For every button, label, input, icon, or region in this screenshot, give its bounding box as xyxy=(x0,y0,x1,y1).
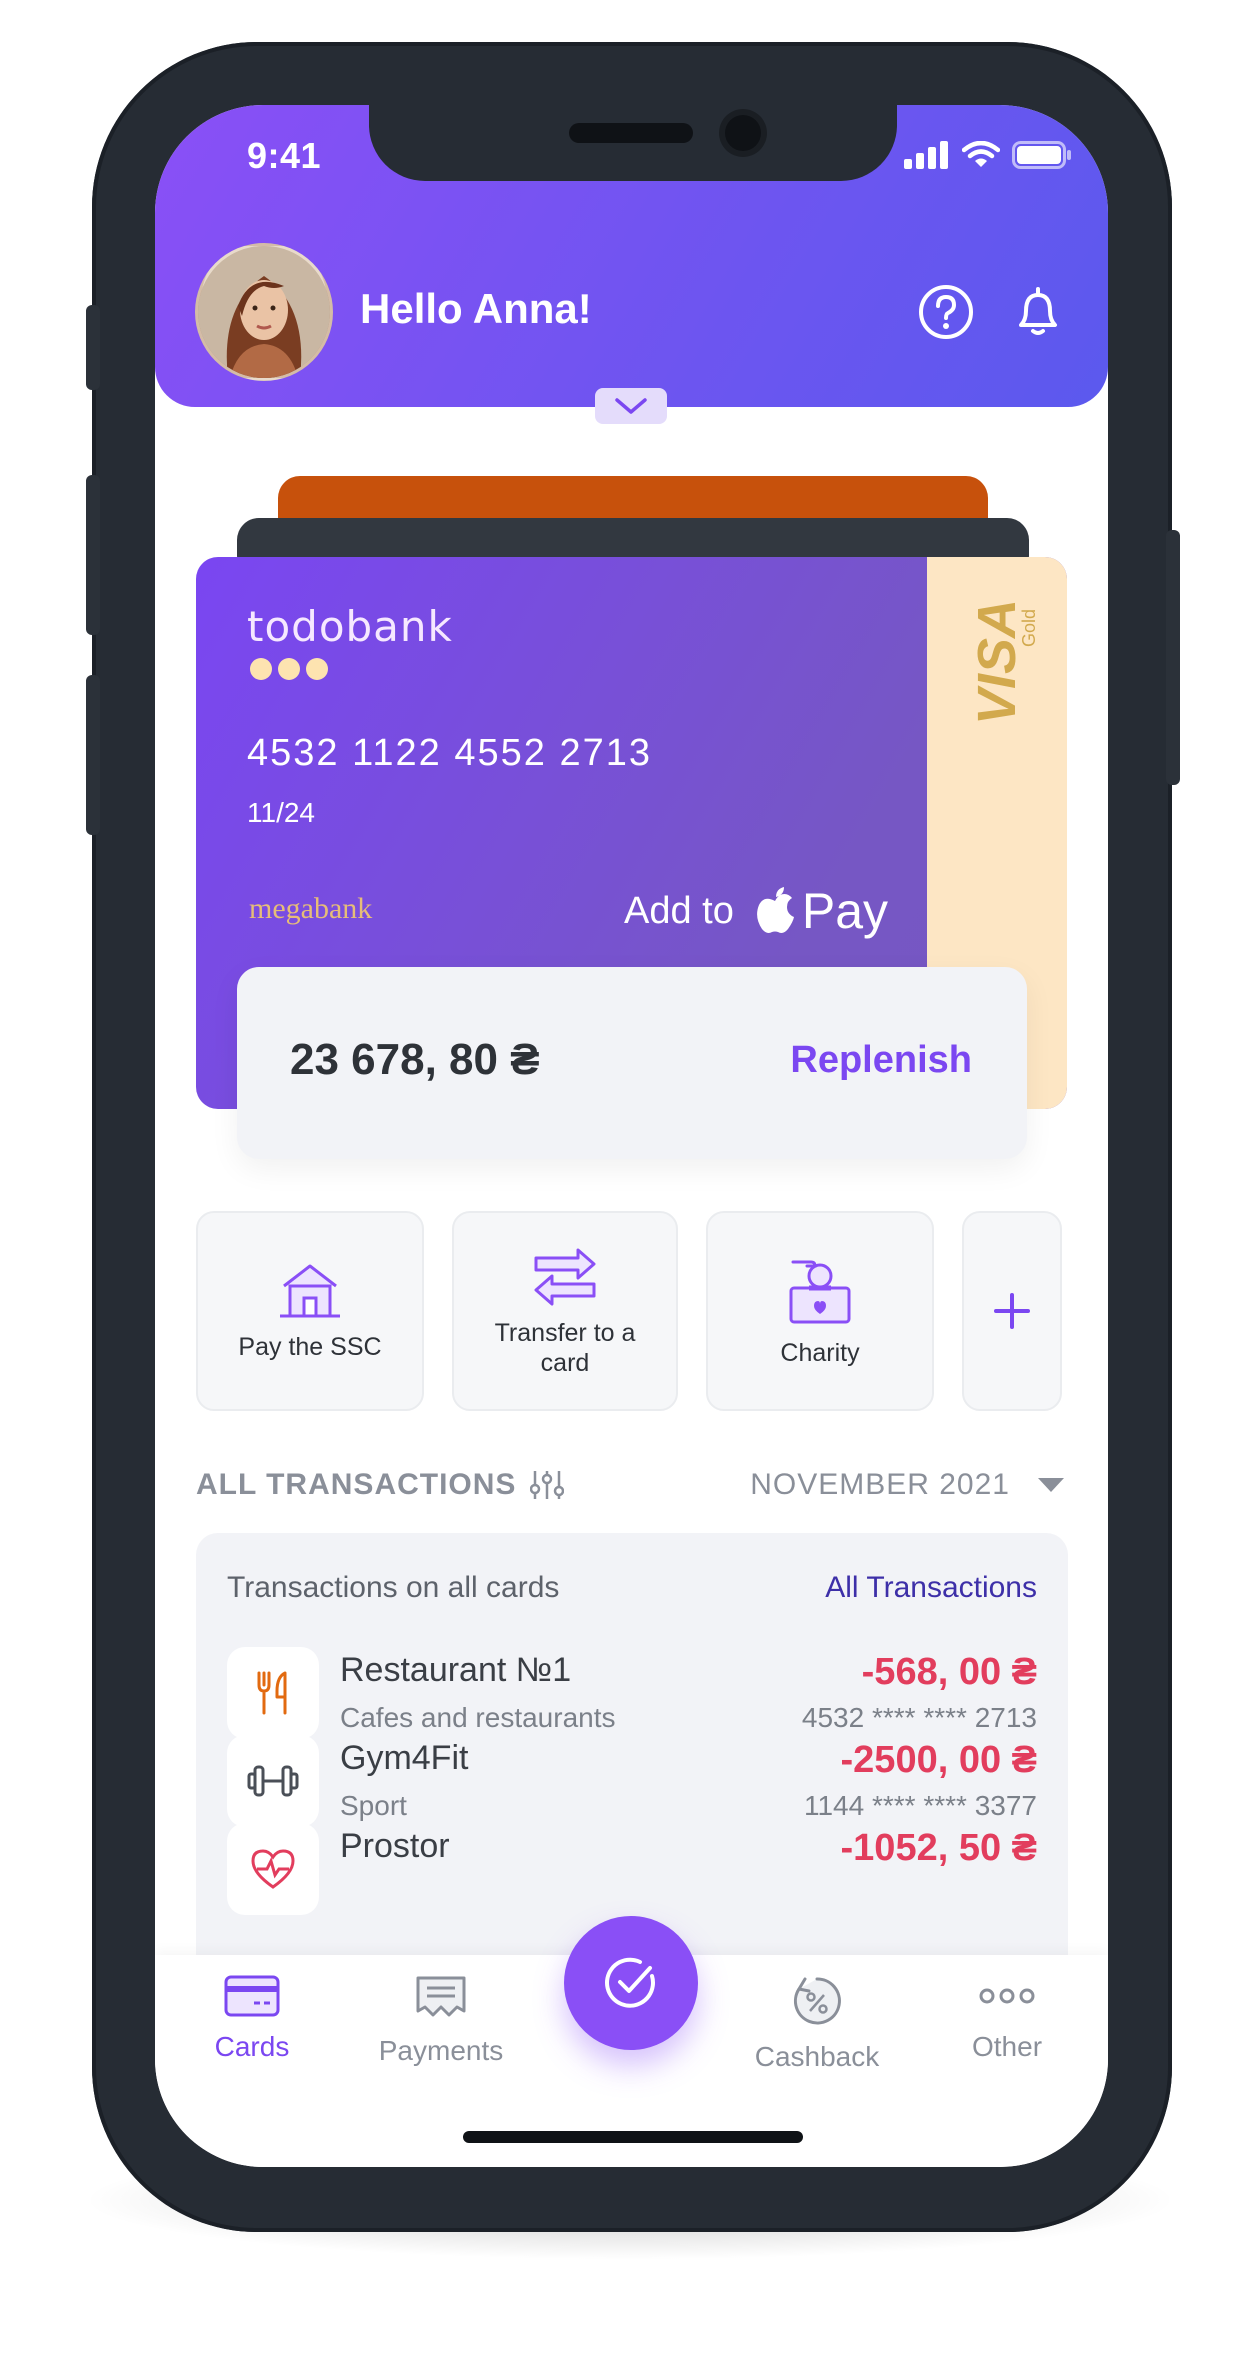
check-circle-icon xyxy=(605,1957,655,2008)
greeting-text: Hello Anna! xyxy=(360,285,592,332)
quick-actions: Pay the SSC Transfer to a card Charity xyxy=(196,1211,1108,1415)
transaction-title: Prostor xyxy=(340,1827,450,1865)
transaction-card: 4532 **** **** 2713 xyxy=(801,1702,1037,1733)
card-bank-name: todobank xyxy=(247,602,453,651)
transaction-amount: -1052, 50 ₴ xyxy=(840,1827,1037,1869)
help-icon[interactable] xyxy=(917,283,975,341)
caret-down-icon xyxy=(1038,1478,1064,1492)
house-icon xyxy=(280,1264,340,1318)
nav-label: Other xyxy=(971,2031,1043,2062)
donation-box-icon xyxy=(789,1260,851,1324)
svg-text:VISA: VISA xyxy=(967,599,1027,725)
wifi-icon xyxy=(962,141,1000,167)
pay-label: Pay xyxy=(801,883,889,939)
action-label: Charity xyxy=(780,1339,860,1367)
bell-icon[interactable] xyxy=(1009,283,1067,341)
confirm-fab-button[interactable] xyxy=(564,1916,698,2050)
transactions-subtitle: Transactions on all cards xyxy=(227,1571,560,1604)
card-expiry: 11/24 xyxy=(247,797,315,828)
transaction-category: Sport xyxy=(340,1790,407,1821)
svg-text:Gold: Gold xyxy=(1019,609,1037,647)
home-indicator[interactable] xyxy=(463,2131,803,2143)
replenish-button[interactable]: Replenish xyxy=(790,1039,972,1082)
avatar-photo xyxy=(198,246,330,378)
balance-panel: 23 678, 80 ₴ Replenish xyxy=(237,967,1027,1159)
action-label: Transfer to a card xyxy=(494,1319,636,1377)
volume-up-button xyxy=(86,475,100,635)
nav-cards[interactable]: Cards xyxy=(172,1975,332,2063)
signal-icon xyxy=(904,141,948,169)
status-time: 9:41 xyxy=(247,135,322,176)
speaker-grille xyxy=(569,123,693,143)
add-to-apple-pay-button[interactable]: Add to Pay xyxy=(624,882,888,940)
cashback-percent-icon xyxy=(793,1977,841,2025)
card-number: 4532 1122 4552 2713 xyxy=(247,732,652,774)
chevron-down-icon xyxy=(615,398,647,414)
month-selector[interactable]: NOVEMBER 2021 xyxy=(750,1468,1066,1502)
transaction-title: Gym4Fit xyxy=(340,1739,469,1777)
transaction-icon-box xyxy=(227,1735,319,1827)
nav-label: Cards xyxy=(214,2031,290,2062)
transaction-icon-box xyxy=(227,1823,319,1915)
add-to-label: Add to xyxy=(624,889,734,932)
visa-logo: VISA Gold xyxy=(967,599,1037,725)
nav-cashback[interactable]: Cashback xyxy=(737,1975,897,2073)
action-pay-ssc[interactable]: Pay the SSC xyxy=(196,1211,424,1411)
balance-amount: 23 678, 80 ₴ xyxy=(290,1035,540,1084)
month-label: NOVEMBER 2021 xyxy=(750,1468,1010,1501)
transactions-heading: ALL TRANSACTIONS xyxy=(196,1468,565,1502)
device-notch xyxy=(369,105,897,181)
fork-knife-icon xyxy=(257,1671,287,1715)
card-icon xyxy=(224,1975,280,2017)
mute-switch xyxy=(86,305,100,390)
transfer-arrows-icon xyxy=(534,1248,596,1306)
apple-icon xyxy=(756,887,794,933)
more-dots-icon xyxy=(979,1988,1035,2004)
transactions-heading-label: ALL TRANSACTIONS xyxy=(196,1468,517,1501)
transaction-category: Cafes and restaurants xyxy=(340,1702,616,1733)
volume-down-button xyxy=(86,675,100,835)
status-icons xyxy=(904,141,1072,169)
action-label: Pay the SSC xyxy=(238,1333,382,1361)
action-charity[interactable]: Charity xyxy=(706,1211,934,1411)
dumbbell-icon xyxy=(247,1765,299,1797)
nav-label: Payments xyxy=(378,2035,504,2066)
nav-other[interactable]: Other xyxy=(927,1975,1087,2063)
power-button xyxy=(1166,530,1180,785)
add-action-button[interactable] xyxy=(962,1211,1062,1411)
filter-sliders-icon[interactable] xyxy=(530,1469,565,1501)
plus-icon xyxy=(994,1293,1030,1329)
transaction-title: Restaurant №1 xyxy=(340,1651,572,1689)
transaction-amount: -2500, 00 ₴ xyxy=(840,1739,1037,1781)
transaction-amount: -568, 00 ₴ xyxy=(861,1651,1037,1693)
avatar[interactable] xyxy=(195,243,333,381)
apple-pay-logo: Pay xyxy=(754,882,888,940)
nav-payments[interactable]: Payments xyxy=(361,1975,521,2067)
card-bank-logo-dots xyxy=(250,658,328,680)
transaction-icon-box xyxy=(227,1647,319,1739)
collapse-header-button[interactable] xyxy=(595,388,667,424)
app-screen: 9:41 Hello Anna! VISA Gold todobank 4532… xyxy=(155,105,1108,2167)
front-camera xyxy=(725,115,761,151)
battery-icon xyxy=(1012,141,1071,169)
heart-pulse-icon xyxy=(251,1849,295,1889)
action-transfer-to-card[interactable]: Transfer to a card xyxy=(452,1211,678,1411)
nav-label: Cashback xyxy=(754,2041,880,2072)
receipt-icon xyxy=(416,1976,466,2017)
card-issuer: megabank xyxy=(249,892,373,925)
transaction-card: 1144 **** **** 3377 xyxy=(803,1790,1037,1821)
all-transactions-link[interactable]: All Transactions xyxy=(825,1571,1037,1605)
